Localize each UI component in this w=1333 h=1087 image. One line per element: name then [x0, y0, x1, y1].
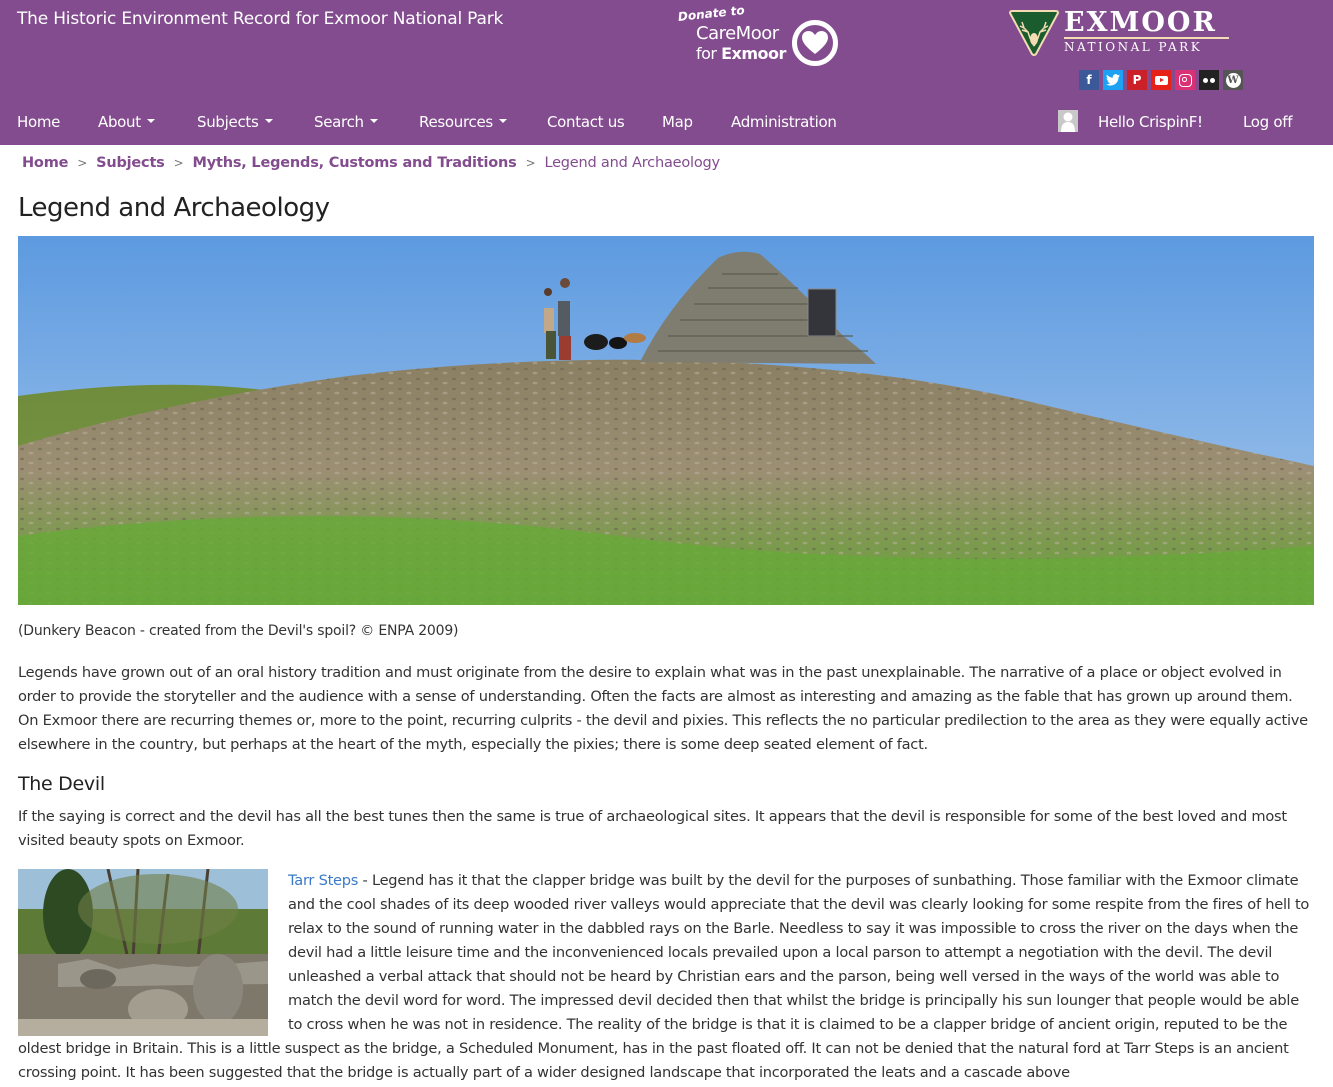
nav-search[interactable]: Search	[314, 113, 378, 131]
intro-paragraph: Legends have grown out of an oral histor…	[18, 664, 1308, 753]
donate-line3-prefix: for	[696, 44, 722, 63]
logo-name: EXMOOR	[1064, 7, 1217, 38]
nav-resources[interactable]: Resources	[419, 113, 507, 131]
logo-subtitle: NATIONAL PARK	[1064, 40, 1203, 54]
donate-caremoor-button[interactable]: Donate to CareMoor for Exmoor	[676, 3, 846, 70]
caret-down-icon	[369, 118, 378, 123]
wordpress-icon[interactable]: W	[1223, 70, 1243, 90]
image-spacer	[18, 869, 288, 1037]
nav-contact[interactable]: Contact us	[547, 113, 625, 131]
main-nav: Home About Subjects Search Resources Con…	[0, 108, 1333, 138]
breadcrumb: Home > Subjects > Myths, Legends, Customs an…	[22, 155, 720, 171]
breadcrumb-separator: >	[173, 156, 184, 170]
site-header: The Historic Environment Record for Exmo…	[0, 0, 1333, 145]
breadcrumb-current: Legend and Archaeology	[544, 155, 720, 171]
breadcrumb-myths-legends[interactable]: Myths, Legends, Customs and Traditions	[192, 155, 516, 171]
caret-down-icon	[264, 118, 273, 123]
caret-down-icon	[498, 118, 507, 123]
caret-down-icon	[146, 118, 155, 123]
stag-shield-icon	[1008, 10, 1060, 56]
heart-icon	[792, 20, 838, 66]
nav-home-label: Home	[17, 113, 61, 131]
facebook-icon[interactable]: f	[1079, 70, 1099, 90]
nav-administration[interactable]: Administration	[731, 113, 837, 131]
breadcrumb-home[interactable]: Home	[22, 155, 68, 171]
nav-about[interactable]: About	[98, 113, 155, 131]
nav-contact-label: Contact us	[547, 113, 625, 131]
nav-subjects[interactable]: Subjects	[197, 113, 273, 131]
exmoor-national-park-logo[interactable]: EXMOOR NATIONAL PARK	[1008, 7, 1233, 59]
nav-map[interactable]: Map	[662, 113, 693, 131]
site-title[interactable]: The Historic Environment Record for Exmo…	[17, 9, 503, 29]
breadcrumb-separator: >	[525, 156, 536, 170]
pinterest-icon[interactable]: P	[1127, 70, 1147, 90]
nav-home[interactable]: Home	[17, 113, 60, 131]
donate-line1: Donate to	[677, 3, 746, 24]
devil-intro-paragraph: If the saying is correct and the devil h…	[18, 808, 1287, 849]
user-avatar-icon[interactable]	[1058, 110, 1078, 132]
wordpress-glyph: W	[1225, 72, 1241, 88]
user-greeting[interactable]: Hello CrispinF!	[1098, 113, 1203, 131]
instagram-icon[interactable]	[1175, 70, 1195, 90]
logo-divider	[1064, 37, 1229, 39]
nav-map-label: Map	[662, 113, 693, 131]
nav-search-label: Search	[314, 113, 364, 131]
page-title: Legend and Archaeology	[18, 193, 330, 223]
hero-image-dunkery-beacon	[18, 236, 1314, 605]
tarr-steps-link[interactable]: Tarr Steps	[288, 872, 358, 889]
breadcrumb-subjects[interactable]: Subjects	[96, 155, 165, 171]
section-heading-the-devil: The Devil	[18, 773, 105, 795]
donate-line3-bold: Exmoor	[721, 44, 786, 63]
nav-resources-label: Resources	[419, 113, 493, 131]
flickr-icon[interactable]	[1199, 70, 1219, 90]
logoff-link[interactable]: Log off	[1243, 113, 1293, 131]
breadcrumb-separator: >	[77, 156, 88, 170]
nav-subjects-label: Subjects	[197, 113, 259, 131]
donate-line3: for Exmoor	[696, 44, 786, 63]
hero-caption: (Dunkery Beacon - created from the Devil…	[18, 623, 459, 639]
tarr-steps-paragraph: Tarr Steps - Legend has it that the clap…	[18, 869, 1314, 1085]
donate-line2: CareMoor	[696, 23, 779, 44]
social-links: f P W	[1079, 70, 1243, 90]
twitter-icon[interactable]	[1103, 70, 1123, 90]
nav-administration-label: Administration	[731, 113, 837, 131]
youtube-icon[interactable]	[1151, 70, 1171, 90]
nav-about-label: About	[98, 113, 141, 131]
